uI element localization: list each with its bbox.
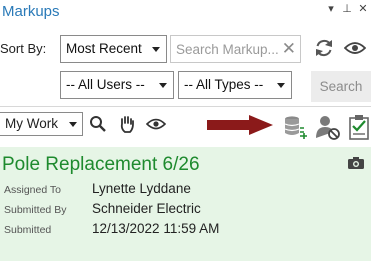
camera-icon[interactable] — [346, 155, 366, 171]
database-add-icon[interactable] — [282, 114, 308, 140]
clipboard-check-icon[interactable] — [347, 113, 371, 141]
types-dropdown[interactable]: -- All Types -- — [178, 71, 292, 99]
search-button[interactable]: Search — [311, 71, 371, 102]
chevron-down-icon — [159, 83, 167, 88]
eye-icon[interactable] — [343, 36, 367, 60]
pan-hand-icon[interactable] — [117, 113, 137, 135]
scope-dropdown[interactable]: My Work — [0, 112, 83, 136]
arrow-right-icon — [207, 115, 273, 135]
markup-card[interactable]: Pole Replacement 6/26 Assigned To Lynett… — [0, 147, 371, 261]
users-dropdown-value: -- All Users -- — [66, 77, 145, 92]
search-field[interactable]: ✕ — [170, 35, 301, 63]
eye-icon[interactable] — [145, 116, 167, 132]
submitted-label: Submitted — [4, 224, 52, 236]
chevron-down-icon — [152, 47, 160, 52]
clear-search-icon[interactable]: ✕ — [282, 40, 296, 58]
panel-menu-button[interactable]: ▾ — [324, 2, 338, 15]
markup-title: Pole Replacement 6/26 — [2, 154, 200, 175]
refresh-icon[interactable] — [312, 36, 336, 60]
chevron-down-icon — [69, 122, 77, 127]
panel-title: Markups — [2, 3, 60, 20]
chevron-down-icon — [277, 83, 285, 88]
sort-dropdown-value: Most Recent — [66, 41, 142, 56]
user-block-icon[interactable] — [315, 114, 341, 140]
users-dropdown[interactable]: -- All Users -- — [60, 71, 174, 99]
pin-button[interactable]: ⊥ — [340, 2, 354, 15]
assigned-to-label: Assigned To — [4, 184, 62, 196]
scope-dropdown-value: My Work — [5, 116, 58, 131]
sort-dropdown[interactable]: Most Recent — [60, 35, 167, 63]
title-bar: Markups ▾ ⊥ ✕ — [0, 0, 371, 24]
zoom-icon[interactable] — [88, 114, 108, 134]
close-button[interactable]: ✕ — [356, 2, 370, 15]
search-input[interactable] — [171, 36, 281, 62]
sort-by-label: Sort By: — [0, 41, 47, 56]
submitted-by-label: Submitted By — [4, 204, 67, 216]
types-dropdown-value: -- All Types -- — [184, 77, 264, 92]
divider — [0, 106, 371, 107]
assigned-to-value: Lynette Lyddane — [92, 181, 191, 196]
submitted-by-value: Schneider Electric — [92, 201, 201, 216]
submitted-value: 12/13/2022 11:59 AM — [92, 221, 220, 236]
